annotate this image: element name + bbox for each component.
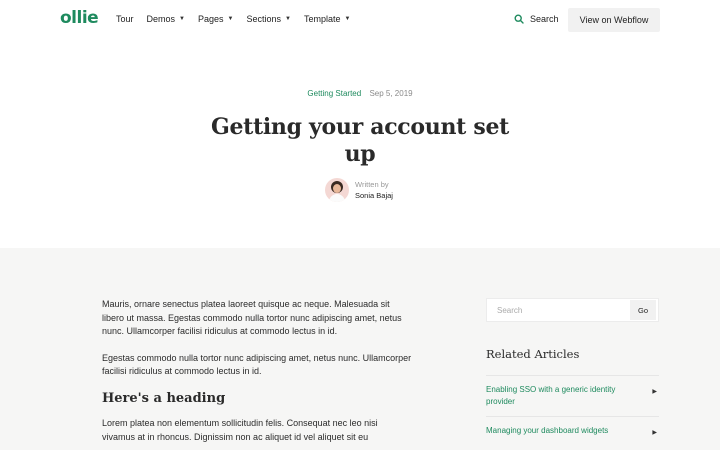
caret-down-icon: ▼ [227,16,234,22]
arrow-right-icon: ▶ [652,389,657,395]
nav-link-label: Template [303,14,341,24]
search-icon [514,14,524,24]
view-on-webflow-button[interactable]: View on Webflow [568,8,660,32]
avatar [325,178,349,202]
category-link[interactable]: Getting Started [307,89,361,98]
related-articles-heading: Related Articles [486,347,580,361]
author-block: Written by Sonia Bajaj [325,178,393,202]
page-title: Getting your account set up [210,114,510,167]
related-articles-list: Enabling SSO with a generic identity pro… [486,375,659,447]
top-nav: ollie Tour Demos ▼ Pages ▼ Sections ▼ Te… [0,0,720,40]
go-button[interactable]: Go [630,300,656,320]
nav-link-label: Demos [146,14,176,24]
author-name: Sonia Bajaj [355,191,393,200]
article-heading: Here's a heading [102,390,226,406]
nav-link-sections[interactable]: Sections ▼ [246,14,290,24]
nav-links: Tour Demos ▼ Pages ▼ Sections ▼ Template… [116,14,350,24]
nav-search-button[interactable]: Search [514,14,559,24]
nav-link-label: Pages [197,14,224,24]
article-paragraph: Egestas commodo nulla tortor nunc adipis… [102,352,412,377]
nav-link-tour[interactable]: Tour [116,14,134,24]
article-content-section: Mauris, ornare senectus platea laoreet q… [0,248,720,450]
nav-link-template[interactable]: Template ▼ [304,14,350,24]
caret-down-icon: ▼ [344,16,351,22]
caret-down-icon: ▼ [179,16,185,22]
nav-link-demos[interactable]: Demos ▼ [147,14,185,24]
related-article-link[interactable]: Enabling SSO with a generic identity pro… [486,375,659,416]
article-meta: Getting Started Sep 5, 2019 [0,89,720,98]
nav-link-pages[interactable]: Pages ▼ [198,14,233,24]
article-hero: Getting Started Sep 5, 2019 Getting your… [0,40,720,248]
sidebar-search-input[interactable] [487,299,630,321]
sidebar: Go Related Articles Enabling SSO with a … [486,298,659,447]
author-text: Written by Sonia Bajaj [355,180,393,200]
caret-down-icon: ▼ [285,16,291,22]
search-label: Search [530,14,559,24]
nav-link-label: Tour [116,14,134,24]
logo[interactable]: ollie [60,8,99,28]
related-article-label: Managing your dashboard widgets [486,426,609,435]
arrow-right-icon: ▶ [652,430,657,436]
sidebar-search-form: Go [486,298,659,322]
related-article-link[interactable]: Managing your dashboard widgets ▶ [486,416,659,447]
article-paragraph: Mauris, ornare senectus platea laoreet q… [102,299,402,336]
publish-date: Sep 5, 2019 [369,89,413,98]
nav-link-label: Sections [246,14,281,24]
article-paragraph: Lorem platea non elementum sollicitudin … [102,418,378,442]
article-body: Mauris, ornare senectus platea laoreet q… [102,298,412,450]
written-by-label: Written by [355,180,389,189]
related-article-label: Enabling SSO with a generic identity pro… [486,385,616,406]
